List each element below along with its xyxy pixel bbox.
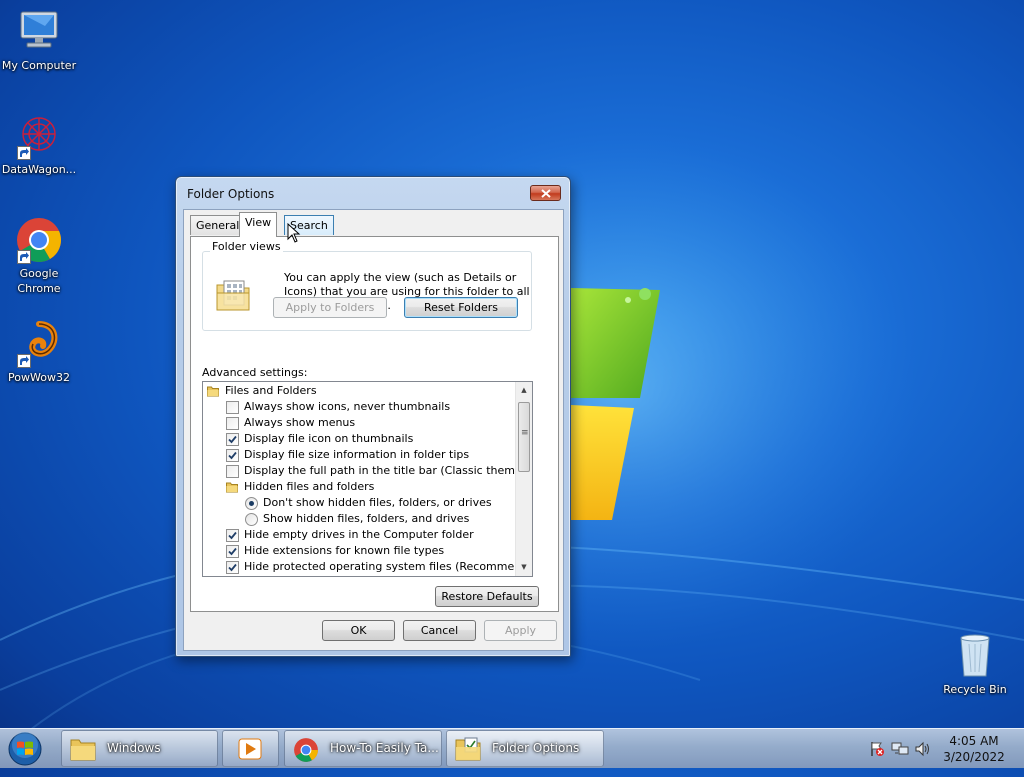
scroll-up-arrow-icon[interactable]: ▲ bbox=[516, 382, 532, 399]
tree-item-label: Display file icon on thumbnails bbox=[244, 432, 414, 445]
close-icon bbox=[540, 189, 551, 198]
clock-time: 4:05 AM bbox=[949, 734, 999, 748]
checkbox-unchecked[interactable] bbox=[226, 401, 239, 414]
shortcut-arrow-icon bbox=[17, 146, 31, 160]
restore-defaults-button[interactable]: Restore Defaults bbox=[435, 586, 539, 607]
desktop-icon-label: My Computer bbox=[1, 59, 77, 72]
chrome-icon bbox=[293, 737, 319, 777]
reset-folders-button[interactable]: Reset Folders bbox=[404, 297, 518, 318]
desktop-icon-google-chrome[interactable]: Google Chrome bbox=[0, 216, 81, 296]
tree-item-label: Hide extensions for known file types bbox=[244, 544, 445, 557]
folder-options-icon bbox=[455, 737, 481, 775]
checkbox-unchecked[interactable] bbox=[226, 417, 239, 430]
windows-start-orb-icon bbox=[8, 732, 42, 766]
start-button[interactable] bbox=[5, 731, 49, 767]
desktop-icon-label: PowWow32 bbox=[8, 371, 70, 384]
dialog-body: General View Search You can apply the vi… bbox=[183, 209, 564, 651]
action-center-flag-icon[interactable] bbox=[869, 741, 885, 760]
tree-item-label: Display file size information in folder … bbox=[244, 448, 470, 461]
desktop-icon-recycle-bin[interactable]: Recycle Bin bbox=[933, 632, 1017, 697]
close-button[interactable] bbox=[530, 185, 561, 201]
desktop-icon-label: DataWagon... bbox=[1, 163, 77, 176]
tab-general[interactable]: General bbox=[190, 215, 246, 235]
chrome-icon bbox=[15, 216, 63, 264]
tab-view[interactable]: View bbox=[239, 212, 278, 237]
scroll-grip-icon: ≡ bbox=[521, 428, 529, 438]
cancel-button[interactable]: Cancel bbox=[403, 620, 476, 641]
tree-item-label: Hide empty drives in the Computer folder bbox=[244, 528, 474, 541]
network-icon[interactable] bbox=[891, 741, 909, 760]
shortcut-arrow-icon bbox=[17, 250, 31, 264]
tree-item-label: Always show icons, never thumbnails bbox=[244, 400, 451, 413]
media-player-icon bbox=[237, 737, 263, 775]
computer-icon bbox=[15, 8, 63, 56]
tree-item-label: Display the full path in the title bar (… bbox=[244, 464, 533, 477]
system-tray: 4:05 AM 3/20/2022 bbox=[864, 729, 1024, 769]
tree-item-label: Files and Folders bbox=[225, 384, 317, 397]
checkbox-unchecked[interactable] bbox=[226, 465, 239, 478]
apply-to-folders-button[interactable]: Apply to Folders bbox=[273, 297, 387, 318]
advanced-settings-label: Advanced settings: bbox=[202, 366, 308, 379]
scroll-down-arrow-icon[interactable]: ▼ bbox=[516, 559, 532, 576]
taskbar-item-folder-options[interactable]: Folder Options bbox=[446, 730, 604, 767]
folder-options-dialog: Folder Options General View Search You c… bbox=[175, 176, 571, 657]
folder-views-icon bbox=[216, 280, 250, 311]
volume-icon[interactable] bbox=[914, 741, 932, 760]
tree-item-label: Hide protected operating system files (R… bbox=[244, 560, 533, 573]
radio-selected[interactable] bbox=[245, 497, 258, 510]
tab-page-view: You can apply the view (such as Details … bbox=[190, 236, 559, 612]
advanced-settings-tree: Files and Folders Always show icons, neve… bbox=[202, 381, 533, 577]
checkbox-checked[interactable] bbox=[226, 545, 239, 558]
checkbox-checked[interactable] bbox=[226, 449, 239, 462]
tree-item-label: Always show menus bbox=[244, 416, 356, 429]
folder-icon bbox=[207, 385, 219, 397]
checkbox-checked[interactable] bbox=[226, 561, 239, 574]
folder-icon bbox=[226, 481, 238, 493]
datawagon-icon bbox=[15, 112, 63, 160]
desktop-icon-my-computer[interactable]: My Computer bbox=[0, 8, 81, 73]
desktop-icon-powwow32[interactable]: PowWow32 bbox=[0, 320, 81, 385]
clock[interactable]: 4:05 AM 3/20/2022 bbox=[934, 733, 1014, 765]
desktop-icon-datawagon[interactable]: DataWagon... bbox=[0, 112, 81, 177]
taskbar-item-media-player[interactable] bbox=[222, 730, 279, 767]
desktop-icon-label: Google Chrome bbox=[17, 267, 61, 295]
ok-button[interactable]: OK bbox=[322, 620, 395, 641]
dialog-title: Folder Options bbox=[187, 187, 275, 201]
checkbox-checked[interactable] bbox=[226, 529, 239, 542]
mouse-cursor-icon bbox=[287, 223, 301, 243]
taskbar-item-chrome[interactable]: How-To Easily Ta... bbox=[284, 730, 442, 767]
taskbar: Windows How-To Easily Ta... Folder Optio… bbox=[0, 728, 1024, 768]
apply-button[interactable]: Apply bbox=[484, 620, 557, 641]
tree-item-label: Don't show hidden files, folders, or dri… bbox=[263, 496, 492, 509]
checkbox-checked[interactable] bbox=[226, 433, 239, 446]
tree-item-label: Hidden files and folders bbox=[244, 480, 375, 493]
desktop-icon-label: Recycle Bin bbox=[943, 683, 1007, 696]
clock-date: 3/20/2022 bbox=[943, 750, 1005, 764]
folder-views-group: You can apply the view (such as Details … bbox=[202, 251, 532, 331]
tree-item-label: Show hidden files, folders, and drives bbox=[263, 512, 470, 525]
tree-vertical-scrollbar[interactable]: ▲ ≡ ▼ bbox=[515, 382, 532, 576]
folder-views-legend: Folder views bbox=[210, 240, 283, 253]
recycle-bin-icon bbox=[951, 632, 999, 680]
folder-icon bbox=[70, 737, 96, 775]
shortcut-arrow-icon bbox=[17, 354, 31, 368]
radio-unselected[interactable] bbox=[245, 513, 258, 526]
taskbar-item-windows[interactable]: Windows bbox=[61, 730, 218, 767]
powwow-icon bbox=[15, 320, 63, 368]
